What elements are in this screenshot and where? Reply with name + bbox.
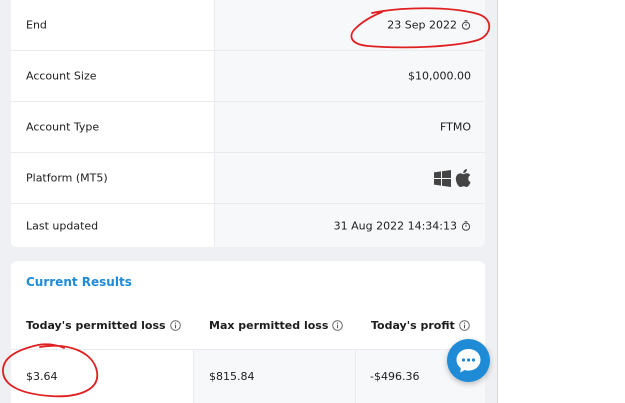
value-cell bbox=[215, 153, 485, 203]
detail-row-account-size: Account Size $10,000.00 bbox=[11, 51, 485, 102]
page-right-border bbox=[497, 0, 498, 403]
col-header-label: Max permitted loss bbox=[209, 319, 329, 332]
detail-label: Account Size bbox=[26, 69, 97, 83]
detail-label: End bbox=[26, 18, 47, 32]
max-permitted-loss-value: $815.84 bbox=[209, 370, 255, 383]
detail-value: 23 Sep 2022 bbox=[387, 19, 471, 32]
detail-row-end: End 23 Sep 2022 bbox=[11, 0, 485, 51]
detail-value: 31 Aug 2022 14:34:13 bbox=[334, 219, 471, 232]
col-header-label: Today's permitted loss bbox=[26, 319, 166, 332]
info-icon[interactable] bbox=[332, 320, 344, 331]
detail-row-last-updated: Last updated 31 Aug 2022 14:34:13 bbox=[11, 204, 485, 247]
account-size-value: $10,000.00 bbox=[408, 69, 471, 83]
current-results-card: Current Results Today's permitted loss M… bbox=[11, 261, 485, 403]
windows-icon[interactable] bbox=[434, 169, 451, 187]
clock-icon bbox=[461, 220, 471, 231]
col-header-label: Today's profit bbox=[371, 319, 455, 332]
account-type-value: FTMO bbox=[439, 120, 471, 134]
end-date-value: 23 Sep 2022 bbox=[387, 18, 457, 32]
info-icon[interactable] bbox=[169, 320, 181, 331]
detail-label: Last updated bbox=[26, 219, 99, 232]
result-cell: $815.84 bbox=[194, 350, 356, 403]
results-row: $3.64 $815.84 -$496.36 bbox=[11, 349, 485, 403]
col-header-max-permitted-loss: Max permitted loss bbox=[209, 319, 344, 332]
apple-icon[interactable] bbox=[455, 169, 471, 187]
label-cell: End bbox=[11, 0, 215, 50]
result-cell: $3.64 bbox=[11, 350, 194, 403]
todays-permitted-loss-value: $3.64 bbox=[26, 370, 58, 383]
last-updated-value: 31 Aug 2022 14:34:13 bbox=[333, 219, 457, 232]
value-cell: 23 Sep 2022 bbox=[215, 0, 485, 50]
detail-row-platform: Platform (MT5) bbox=[11, 153, 485, 204]
account-details-card: End 23 Sep 2022 Account Size $10,000.00 … bbox=[11, 0, 485, 247]
label-cell: Account Size bbox=[11, 51, 215, 101]
col-header-todays-profit: Today's profit bbox=[371, 319, 470, 332]
clock-icon bbox=[461, 20, 471, 30]
current-results-title: Current Results bbox=[26, 275, 132, 289]
chat-widget-button[interactable] bbox=[447, 339, 490, 382]
detail-label: Platform (MT5) bbox=[26, 171, 108, 185]
col-header-todays-permitted-loss: Today's permitted loss bbox=[26, 319, 181, 332]
value-cell: $10,000.00 bbox=[215, 51, 485, 101]
label-cell: Last updated bbox=[11, 204, 215, 247]
platform-icons bbox=[434, 169, 471, 187]
info-icon[interactable] bbox=[458, 320, 470, 331]
detail-row-account-type: Account Type FTMO bbox=[11, 102, 485, 153]
value-cell: 31 Aug 2022 14:34:13 bbox=[215, 204, 485, 247]
label-cell: Platform (MT5) bbox=[11, 153, 215, 203]
detail-label: Account Type bbox=[26, 120, 100, 134]
value-cell: FTMO bbox=[215, 102, 485, 152]
chat-bubble-icon bbox=[456, 349, 481, 373]
todays-profit-value: -$496.36 bbox=[370, 370, 420, 383]
label-cell: Account Type bbox=[11, 102, 215, 152]
